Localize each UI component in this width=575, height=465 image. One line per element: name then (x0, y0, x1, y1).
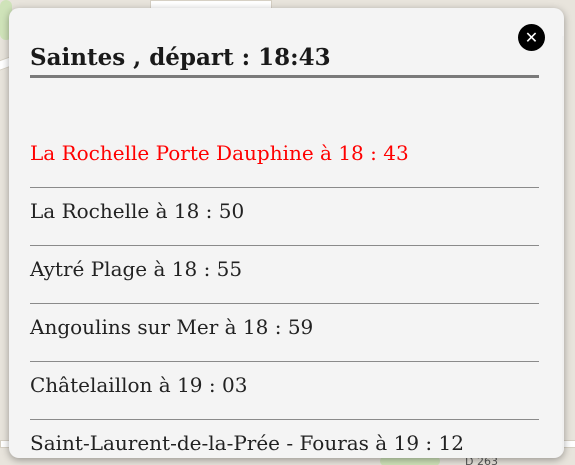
current-stop-item: La Rochelle Porte Dauphine à 18 : 43 (30, 130, 539, 188)
stop-item: La Rochelle à 18 : 50 (30, 188, 539, 246)
stop-time: 19 : 03 (177, 373, 248, 397)
stop-time: 18 : 59 (242, 315, 314, 339)
stop-name: Angoulins sur Mer (30, 315, 219, 339)
stop-joiner: à (218, 315, 243, 339)
schedule-popup: Saintes , départ : 18:43 La Rochelle Por… (9, 8, 564, 458)
stop-name: La Rochelle Porte Dauphine (30, 141, 314, 165)
stop-list: La Rochelle Porte Dauphine à 18 : 43 La R… (30, 130, 539, 458)
stop-item: Châtelaillon à 19 : 03 (30, 362, 539, 420)
stop-joiner: à (147, 257, 172, 281)
stop-time: 18 : 55 (171, 257, 243, 281)
stop-name: Saint-Laurent-de-la-Prée - Fouras (30, 431, 369, 455)
stop-name: Châtelaillon (30, 373, 153, 397)
stop-item: Saint-Laurent-de-la-Prée - Fouras à 19 :… (30, 420, 539, 458)
scrollbar[interactable]: ▼ (562, 36, 564, 458)
close-icon: ✕ (524, 28, 539, 47)
stop-time: 19 : 12 (393, 431, 464, 455)
stop-item: Angoulins sur Mer à 18 : 59 (30, 304, 539, 362)
stop-joiner: à (152, 373, 178, 397)
stop-time: 18 : 43 (338, 141, 409, 165)
stop-joiner: à (149, 199, 174, 223)
close-button[interactable]: ✕ (518, 24, 545, 51)
stop-name: Aytré Plage (30, 257, 148, 281)
scroll-down-arrow-icon[interactable]: ▼ (563, 448, 564, 458)
popup-title: Saintes , départ : 18:43 (30, 44, 539, 78)
stop-joiner: à (313, 141, 339, 165)
stop-item: Aytré Plage à 18 : 55 (30, 246, 539, 304)
stop-name: La Rochelle (30, 199, 150, 223)
stop-time: 18 : 50 (173, 199, 245, 223)
stop-joiner: à (368, 431, 394, 455)
popup-content: Saintes , départ : 18:43 La Rochelle Por… (9, 8, 564, 458)
